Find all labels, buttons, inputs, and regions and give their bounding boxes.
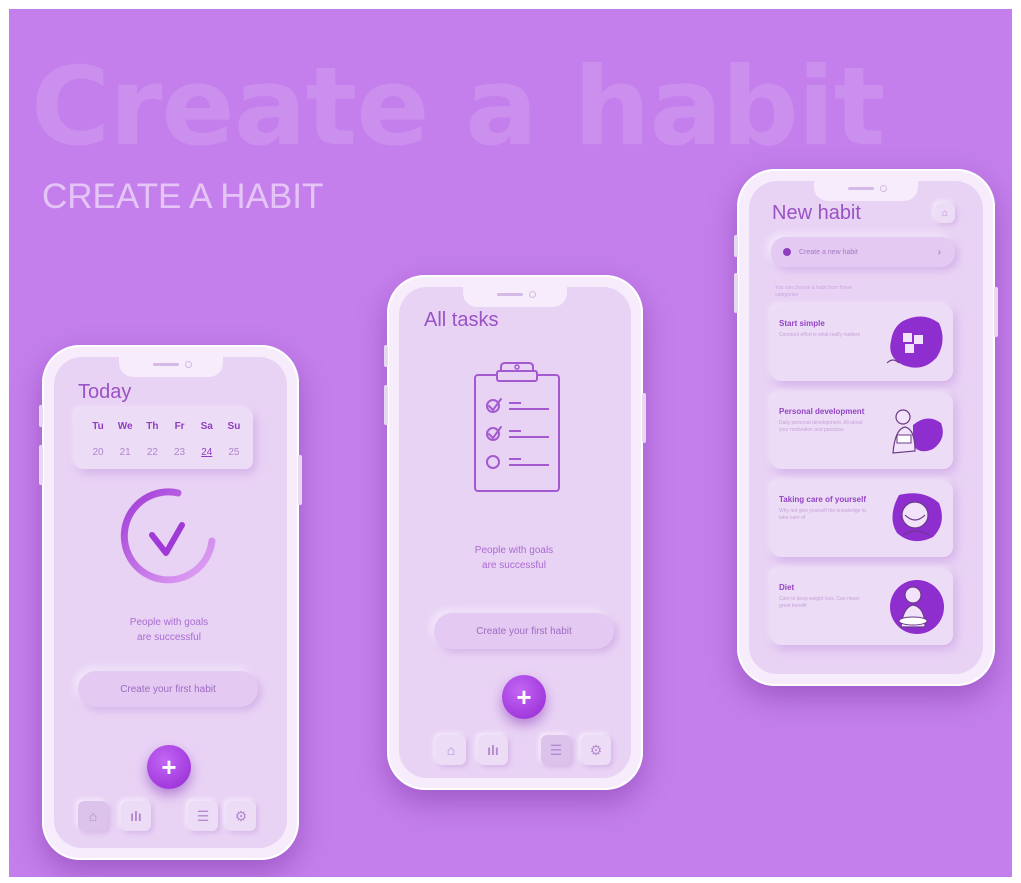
day-label: Su [227,421,241,432]
tab-home[interactable]: ⌂ [78,801,108,831]
create-new-habit-row[interactable]: Create a new habit › [771,237,955,267]
create-new-habit-label: Create a new habit [799,248,858,256]
notch [463,287,567,307]
tab-settings[interactable]: ⚙ [226,801,256,831]
tab-settings[interactable]: ⚙ [581,735,611,765]
page-title: All tasks [424,309,499,331]
day-label: Tu [92,421,104,432]
date-cell[interactable]: 23 [169,447,191,458]
add-habit-button[interactable]: + [502,675,546,719]
today-screen: Today Tu We Th Fr Sa Su 20 21 22 23 24 2… [54,357,287,848]
notch [814,181,918,201]
card-description: Daily personal development. All about yo… [779,420,863,433]
create-first-habit-button[interactable]: Create your first habit [434,613,614,649]
chart-icon: ılı [130,808,142,824]
week-calendar: Tu We Th Fr Sa Su 20 21 22 23 24 25 [75,409,253,469]
tab-stats[interactable]: ılı [478,735,508,765]
day-label: Fr [174,421,185,432]
motto-text: People with goals are successful [474,545,554,571]
create-first-habit-button[interactable]: Create your first habit [78,671,258,707]
date-cell[interactable]: 20 [87,447,109,458]
day-label: Sa [200,421,213,432]
home-icon: ⌂ [88,808,98,824]
check-circle-icon [120,488,216,584]
card-title: Diet [779,583,795,592]
habit-card-taking-care[interactable]: Taking care of yourself Why not give you… [771,481,953,557]
card-description: Constant effort is what really matters [779,332,861,338]
self-care-illustration-icon [892,493,942,542]
chevron-right-icon: › [937,246,941,258]
phone-new-habit: New habit ⌂ Create a new habit › You can… [734,169,998,686]
hero-title: Create a habit [31,45,885,170]
phone-today: Today Tu We Th Fr Sa Su 20 21 22 23 24 2… [39,345,302,860]
hero-subtitle: CREATE A HABIT [42,177,324,216]
hint-text: You can choose a habit from these catego… [775,285,852,298]
habit-card-start-simple[interactable]: Start simple Constant effort is what rea… [771,305,953,381]
date-cell[interactable]: 22 [141,447,163,458]
day-label: We [117,421,133,432]
person-reading-illustration-icon [892,409,943,454]
day-label: Th [146,421,159,432]
card-description: Why not give yourself the knowledge to t… [779,508,866,521]
card-description: Care to keep weight loss. Can mean great… [779,596,860,609]
puzzle-illustration-icon [886,316,943,368]
clipboard-icon [474,362,560,492]
tasks-screen: All tasks People with goals are successf… [399,287,631,778]
tab-stats[interactable]: ılı [121,801,151,831]
new-habit-screen: New habit ⌂ Create a new habit › You can… [749,181,983,674]
motto-text: People with goals are successful [129,617,209,643]
gear-icon: ⚙ [234,807,248,824]
canvas-background: Create a habit CREATE A HABIT Today Tu W… [9,9,1012,877]
notch [118,357,223,377]
home-icon: ⌂ [941,207,949,219]
page-title: Today [78,381,132,403]
tab-list[interactable]: ☰ [541,735,571,765]
list-icon: ☰ [549,741,563,758]
phone-all-tasks: All tasks People with goals are successf… [384,275,646,790]
home-icon: ⌂ [446,742,456,758]
date-cell[interactable]: 21 [114,447,136,458]
diet-illustration-icon [890,580,944,634]
habit-card-personal-development[interactable]: Personal development Daily personal deve… [771,393,953,469]
gear-icon: ⚙ [589,741,603,758]
date-cell-selected[interactable]: 24 [196,447,218,458]
add-habit-button[interactable]: + [147,745,191,789]
chart-icon: ılı [487,742,499,758]
list-icon: ☰ [196,807,210,824]
page-title: New habit [772,202,861,224]
tab-home[interactable]: ⌂ [436,735,466,765]
tab-list[interactable]: ☰ [188,801,218,831]
card-title: Personal development [779,407,865,416]
date-cell[interactable]: 25 [223,447,245,458]
card-title: Start simple [779,319,825,328]
card-title: Taking care of yourself [779,495,866,504]
radio-dot-icon [783,248,791,256]
home-button[interactable]: ⌂ [935,203,955,223]
habit-card-diet[interactable]: Diet Care to keep weight loss. Can mean … [771,569,953,645]
